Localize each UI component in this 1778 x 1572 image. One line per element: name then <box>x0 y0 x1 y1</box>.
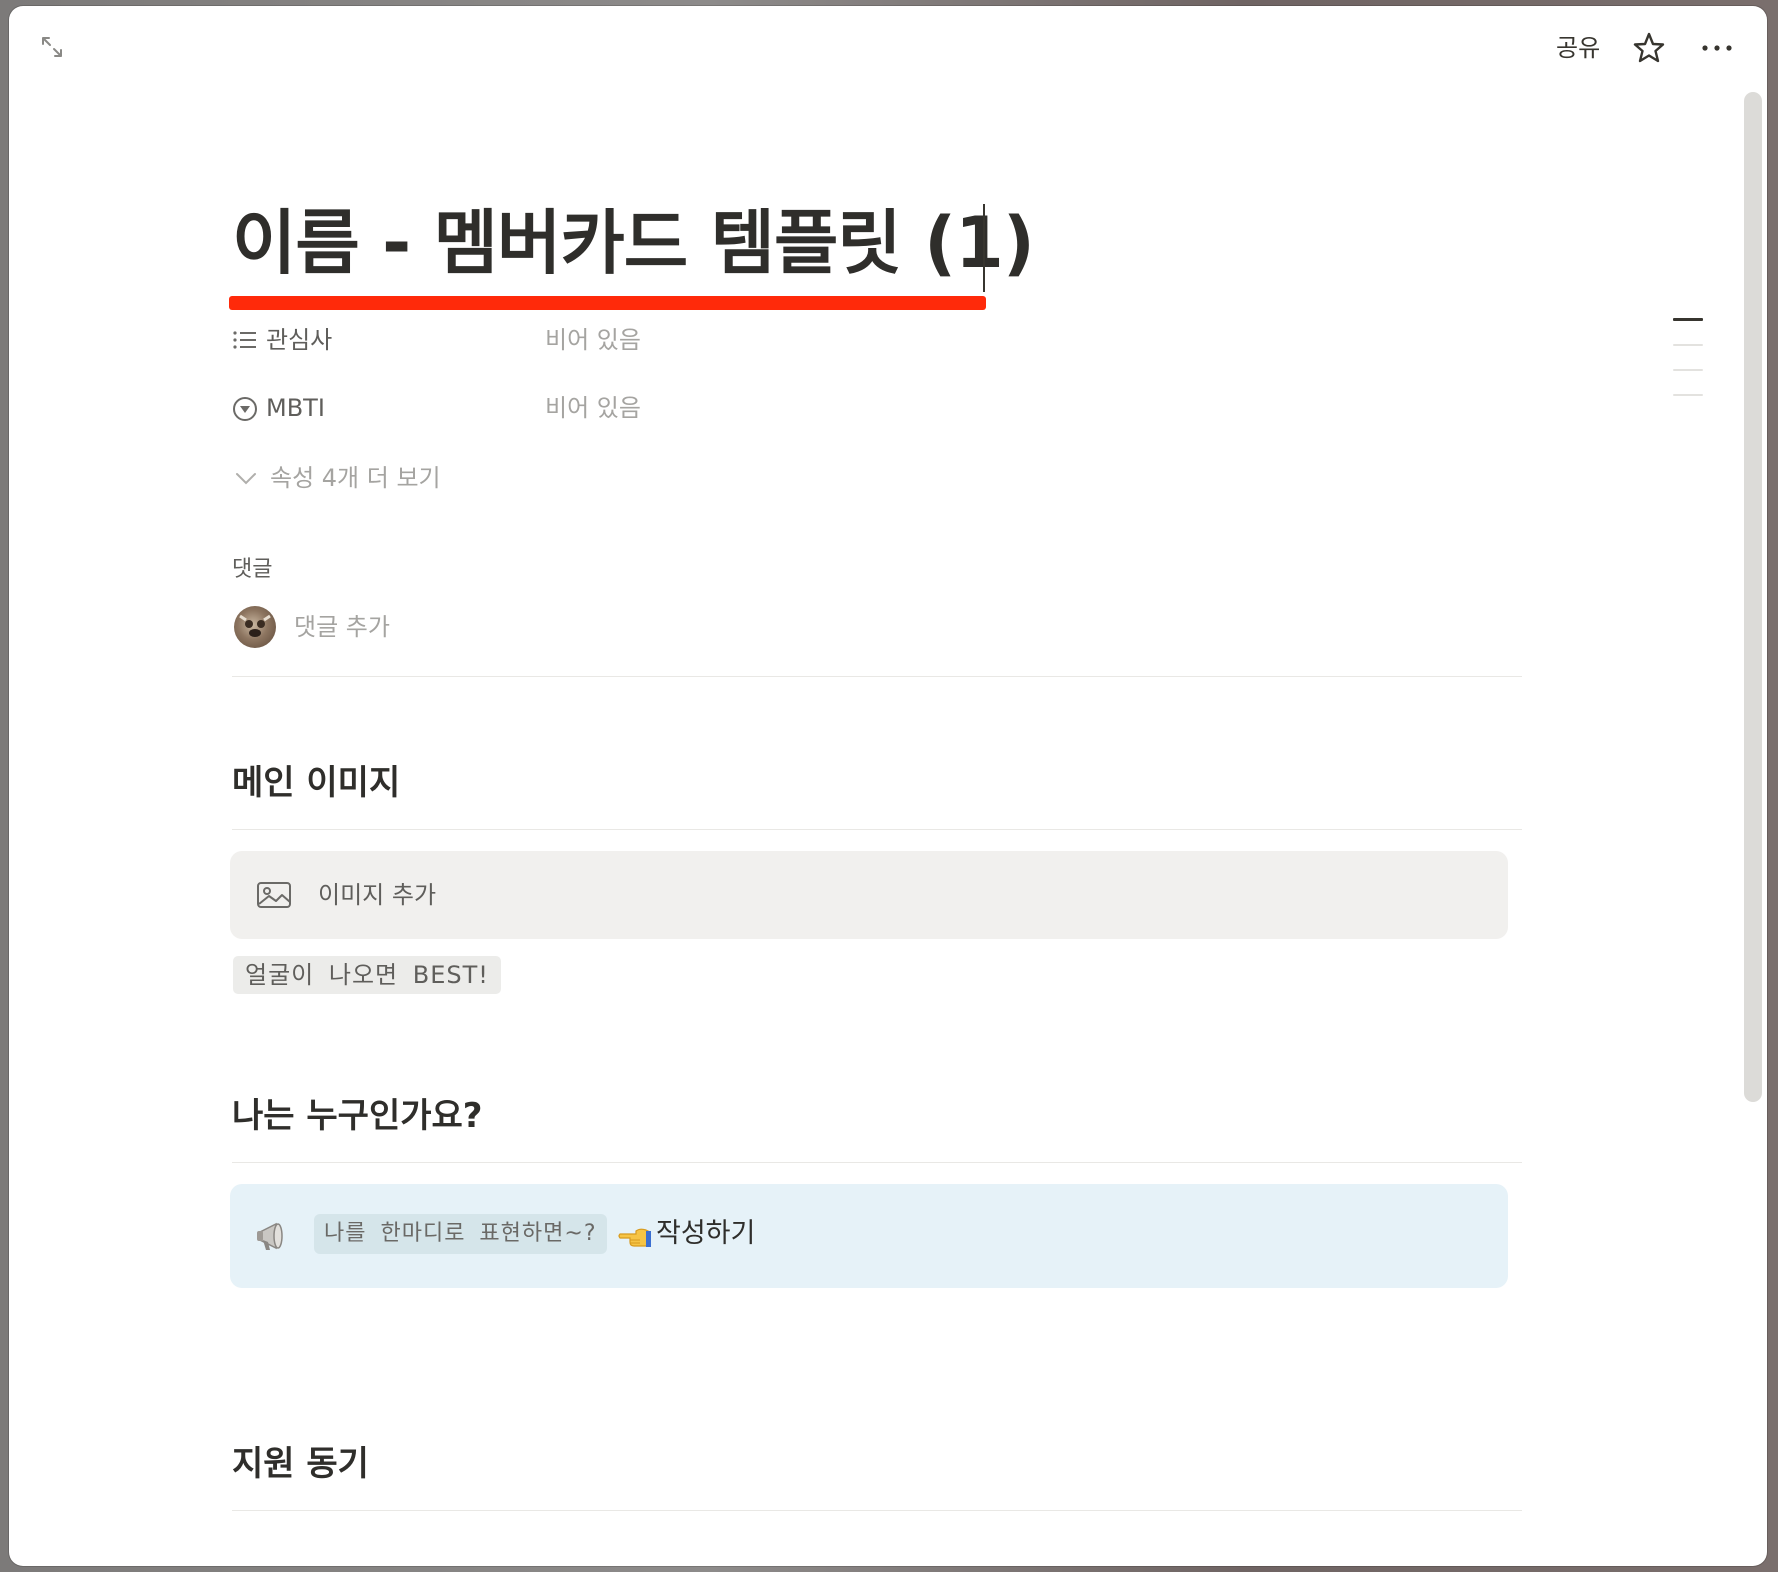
megaphone-icon[interactable] <box>254 1216 294 1256</box>
callout-text: 작성하기 <box>656 1218 756 1249</box>
add-comment-input[interactable]: 댓글 추가 <box>294 610 390 644</box>
toc-line[interactable] <box>1673 394 1703 396</box>
select-icon <box>232 396 258 422</box>
property-row-mbti[interactable]: MBTI 비어 있음 <box>232 388 932 428</box>
section-heading-main-image[interactable]: 메인 이미지 <box>232 761 400 805</box>
table-of-contents-minimap[interactable] <box>1673 318 1703 419</box>
list-icon <box>232 328 258 354</box>
divider <box>232 1510 1522 1511</box>
pointing-left-hand-icon <box>618 1222 652 1252</box>
callout-block[interactable]: 나를 한마디로 표현하면~? 작성하기 <box>230 1184 1508 1288</box>
page-peek-window: 공유 이름 - 멤버카드 템플릿 (1) 관심사 비어 있음 MBTI 비어 있… <box>9 6 1767 1566</box>
property-name: 관심사 <box>266 326 333 354</box>
divider <box>232 676 1522 677</box>
callout-inline-code: 나를 한마디로 표현하면~? <box>314 1214 607 1254</box>
divider <box>232 1162 1522 1163</box>
section-heading-who-am-i[interactable]: 나는 누구인가요? <box>232 1094 483 1138</box>
page-topbar: 공유 <box>9 6 1767 86</box>
property-name: MBTI <box>266 394 325 422</box>
share-button[interactable]: 공유 <box>1556 30 1600 66</box>
hint-inline-code[interactable]: 얼굴이 나오면 BEST! <box>233 956 501 994</box>
show-more-properties-label: 속성 4개 더 보기 <box>270 464 441 492</box>
chevron-down-icon <box>234 468 258 492</box>
text-caret <box>983 204 985 292</box>
star-icon[interactable] <box>1629 28 1669 68</box>
vertical-scrollbar[interactable] <box>1744 92 1762 1102</box>
expand-arrows-icon[interactable] <box>37 32 67 62</box>
property-row-interests[interactable]: 관심사 비어 있음 <box>232 320 932 360</box>
show-more-properties-button[interactable]: 속성 4개 더 보기 <box>232 458 532 498</box>
image-icon <box>256 881 292 913</box>
divider <box>232 829 1522 830</box>
toc-line[interactable] <box>1673 318 1703 321</box>
toc-line[interactable] <box>1673 369 1703 371</box>
page-title[interactable]: 이름 - 멤버카드 템플릿 (1) <box>232 198 1035 288</box>
more-horizontal-icon[interactable] <box>1695 28 1739 68</box>
property-value-empty[interactable]: 비어 있음 <box>545 392 641 424</box>
property-value-empty[interactable]: 비어 있음 <box>545 324 641 356</box>
section-heading-motivation[interactable]: 지원 동기 <box>232 1442 369 1486</box>
add-image-button[interactable]: 이미지 추가 <box>230 851 1508 939</box>
avatar <box>234 606 276 648</box>
title-highlight-underline <box>229 296 986 310</box>
toc-line[interactable] <box>1673 344 1703 346</box>
comments-heading: 댓글 <box>232 557 273 582</box>
add-image-label: 이미지 추가 <box>318 881 437 909</box>
